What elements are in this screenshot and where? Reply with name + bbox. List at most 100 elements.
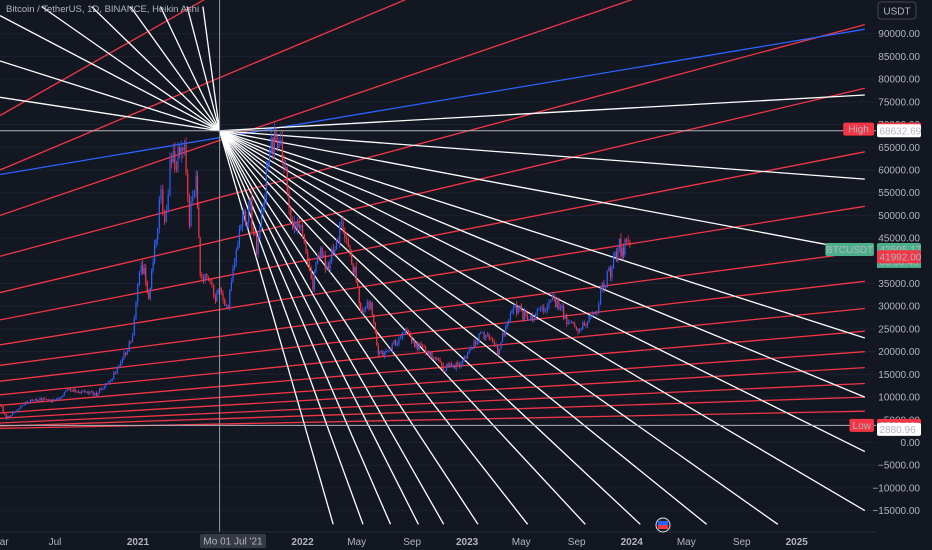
candle-body bbox=[241, 216, 244, 226]
candle-body bbox=[559, 307, 562, 310]
candle-body bbox=[66, 388, 69, 391]
candle-body bbox=[199, 237, 201, 275]
candle-body bbox=[89, 392, 91, 394]
candle-body bbox=[471, 347, 474, 349]
candle-body bbox=[360, 303, 362, 312]
candle-body bbox=[458, 364, 461, 367]
candle-body bbox=[220, 288, 222, 294]
candle-body bbox=[604, 287, 607, 289]
y-tick-label: 65000.00 bbox=[878, 143, 920, 154]
candle-body bbox=[594, 312, 597, 314]
x-tick-label: 2025 bbox=[786, 537, 809, 548]
candle-body bbox=[566, 314, 568, 325]
candle-body bbox=[118, 365, 120, 369]
candle-body bbox=[204, 273, 206, 281]
x-tick-label: Mar bbox=[0, 537, 9, 548]
candle-body bbox=[315, 262, 317, 272]
candle-body bbox=[227, 305, 229, 308]
candle-body bbox=[133, 318, 135, 336]
candle-body bbox=[207, 278, 210, 280]
candle-body bbox=[352, 263, 354, 273]
candle-body bbox=[257, 238, 259, 254]
candle-body bbox=[468, 350, 470, 353]
candle-body bbox=[442, 364, 444, 371]
candle-body bbox=[106, 383, 108, 385]
candle-body bbox=[243, 211, 245, 217]
candle-body bbox=[71, 390, 73, 392]
candle-body bbox=[382, 350, 384, 357]
candle-body bbox=[198, 207, 200, 238]
candle-body bbox=[298, 223, 300, 228]
candle-body bbox=[267, 161, 269, 169]
candle-body bbox=[312, 278, 314, 290]
candle-body bbox=[423, 346, 425, 348]
candle-body bbox=[420, 343, 422, 346]
candle-body bbox=[105, 384, 107, 387]
y-tick-label: 80000.00 bbox=[878, 75, 920, 86]
candle-body bbox=[283, 161, 285, 168]
candle-body bbox=[583, 322, 585, 325]
events-flag-icon[interactable] bbox=[655, 517, 671, 533]
candle-body bbox=[116, 368, 118, 373]
candle-body bbox=[162, 189, 164, 212]
candle-body bbox=[0, 405, 3, 407]
candle-body bbox=[449, 363, 451, 368]
candle-body bbox=[233, 262, 236, 268]
candle-body bbox=[509, 313, 512, 320]
y-tick-label: 0.00 bbox=[901, 438, 921, 449]
candle-body bbox=[269, 153, 271, 162]
y-tick-label: 15000.00 bbox=[878, 370, 920, 381]
candle-body bbox=[503, 333, 505, 335]
candle-body bbox=[303, 234, 305, 243]
candle-body bbox=[593, 312, 595, 314]
candle-body bbox=[355, 267, 357, 282]
candle-body bbox=[108, 381, 110, 384]
candle-body bbox=[213, 284, 215, 297]
candle-body bbox=[179, 147, 181, 155]
candle-body bbox=[490, 338, 492, 340]
candle-body bbox=[167, 194, 169, 211]
candle-body bbox=[51, 399, 53, 403]
currency-button[interactable]: USDT bbox=[877, 1, 917, 20]
candle-body bbox=[31, 399, 33, 401]
candle-body bbox=[217, 291, 219, 294]
candle-body bbox=[138, 271, 141, 285]
x-tick-label: May bbox=[512, 537, 531, 548]
candle-body bbox=[414, 340, 416, 348]
candle-body bbox=[21, 405, 24, 407]
candle-body bbox=[411, 335, 413, 342]
candle-body bbox=[331, 249, 333, 262]
candle-body bbox=[345, 237, 348, 240]
candle-body bbox=[65, 390, 67, 393]
high-label-tag: High bbox=[848, 125, 869, 136]
candle-body bbox=[146, 282, 148, 293]
y-tick-label: −10000.00 bbox=[872, 483, 920, 494]
candle-body bbox=[292, 220, 294, 229]
candle-body bbox=[47, 399, 49, 401]
candle-body bbox=[202, 277, 205, 281]
candle-body bbox=[567, 322, 569, 325]
candle-body bbox=[460, 363, 462, 367]
candle-body bbox=[280, 140, 282, 144]
candle-body bbox=[276, 141, 279, 149]
candle-body bbox=[501, 333, 504, 343]
candle-body bbox=[506, 322, 508, 326]
candle-body bbox=[155, 239, 157, 245]
candle-body bbox=[301, 225, 304, 235]
candle-body bbox=[488, 333, 490, 339]
candle-body bbox=[455, 362, 457, 369]
chart-canvas[interactable]: 90000.0085000.0080000.0075000.0070000.00… bbox=[0, 0, 932, 550]
candle-body bbox=[407, 330, 410, 335]
x-tick-label: Sep bbox=[568, 537, 586, 548]
y-tick-label: 30000.00 bbox=[878, 302, 920, 313]
candle-body bbox=[206, 273, 208, 279]
candle-body bbox=[15, 411, 17, 413]
candle-body bbox=[478, 333, 480, 342]
candle-body bbox=[74, 388, 76, 392]
crosshair-date-tag: Mo 01 Jul '21 bbox=[200, 534, 266, 548]
candle-body bbox=[340, 222, 342, 224]
candle-body bbox=[201, 274, 203, 278]
chart-area[interactable]: 90000.0085000.0080000.0075000.0070000.00… bbox=[0, 0, 932, 550]
candle-body bbox=[76, 391, 78, 393]
candle-body bbox=[418, 343, 420, 350]
